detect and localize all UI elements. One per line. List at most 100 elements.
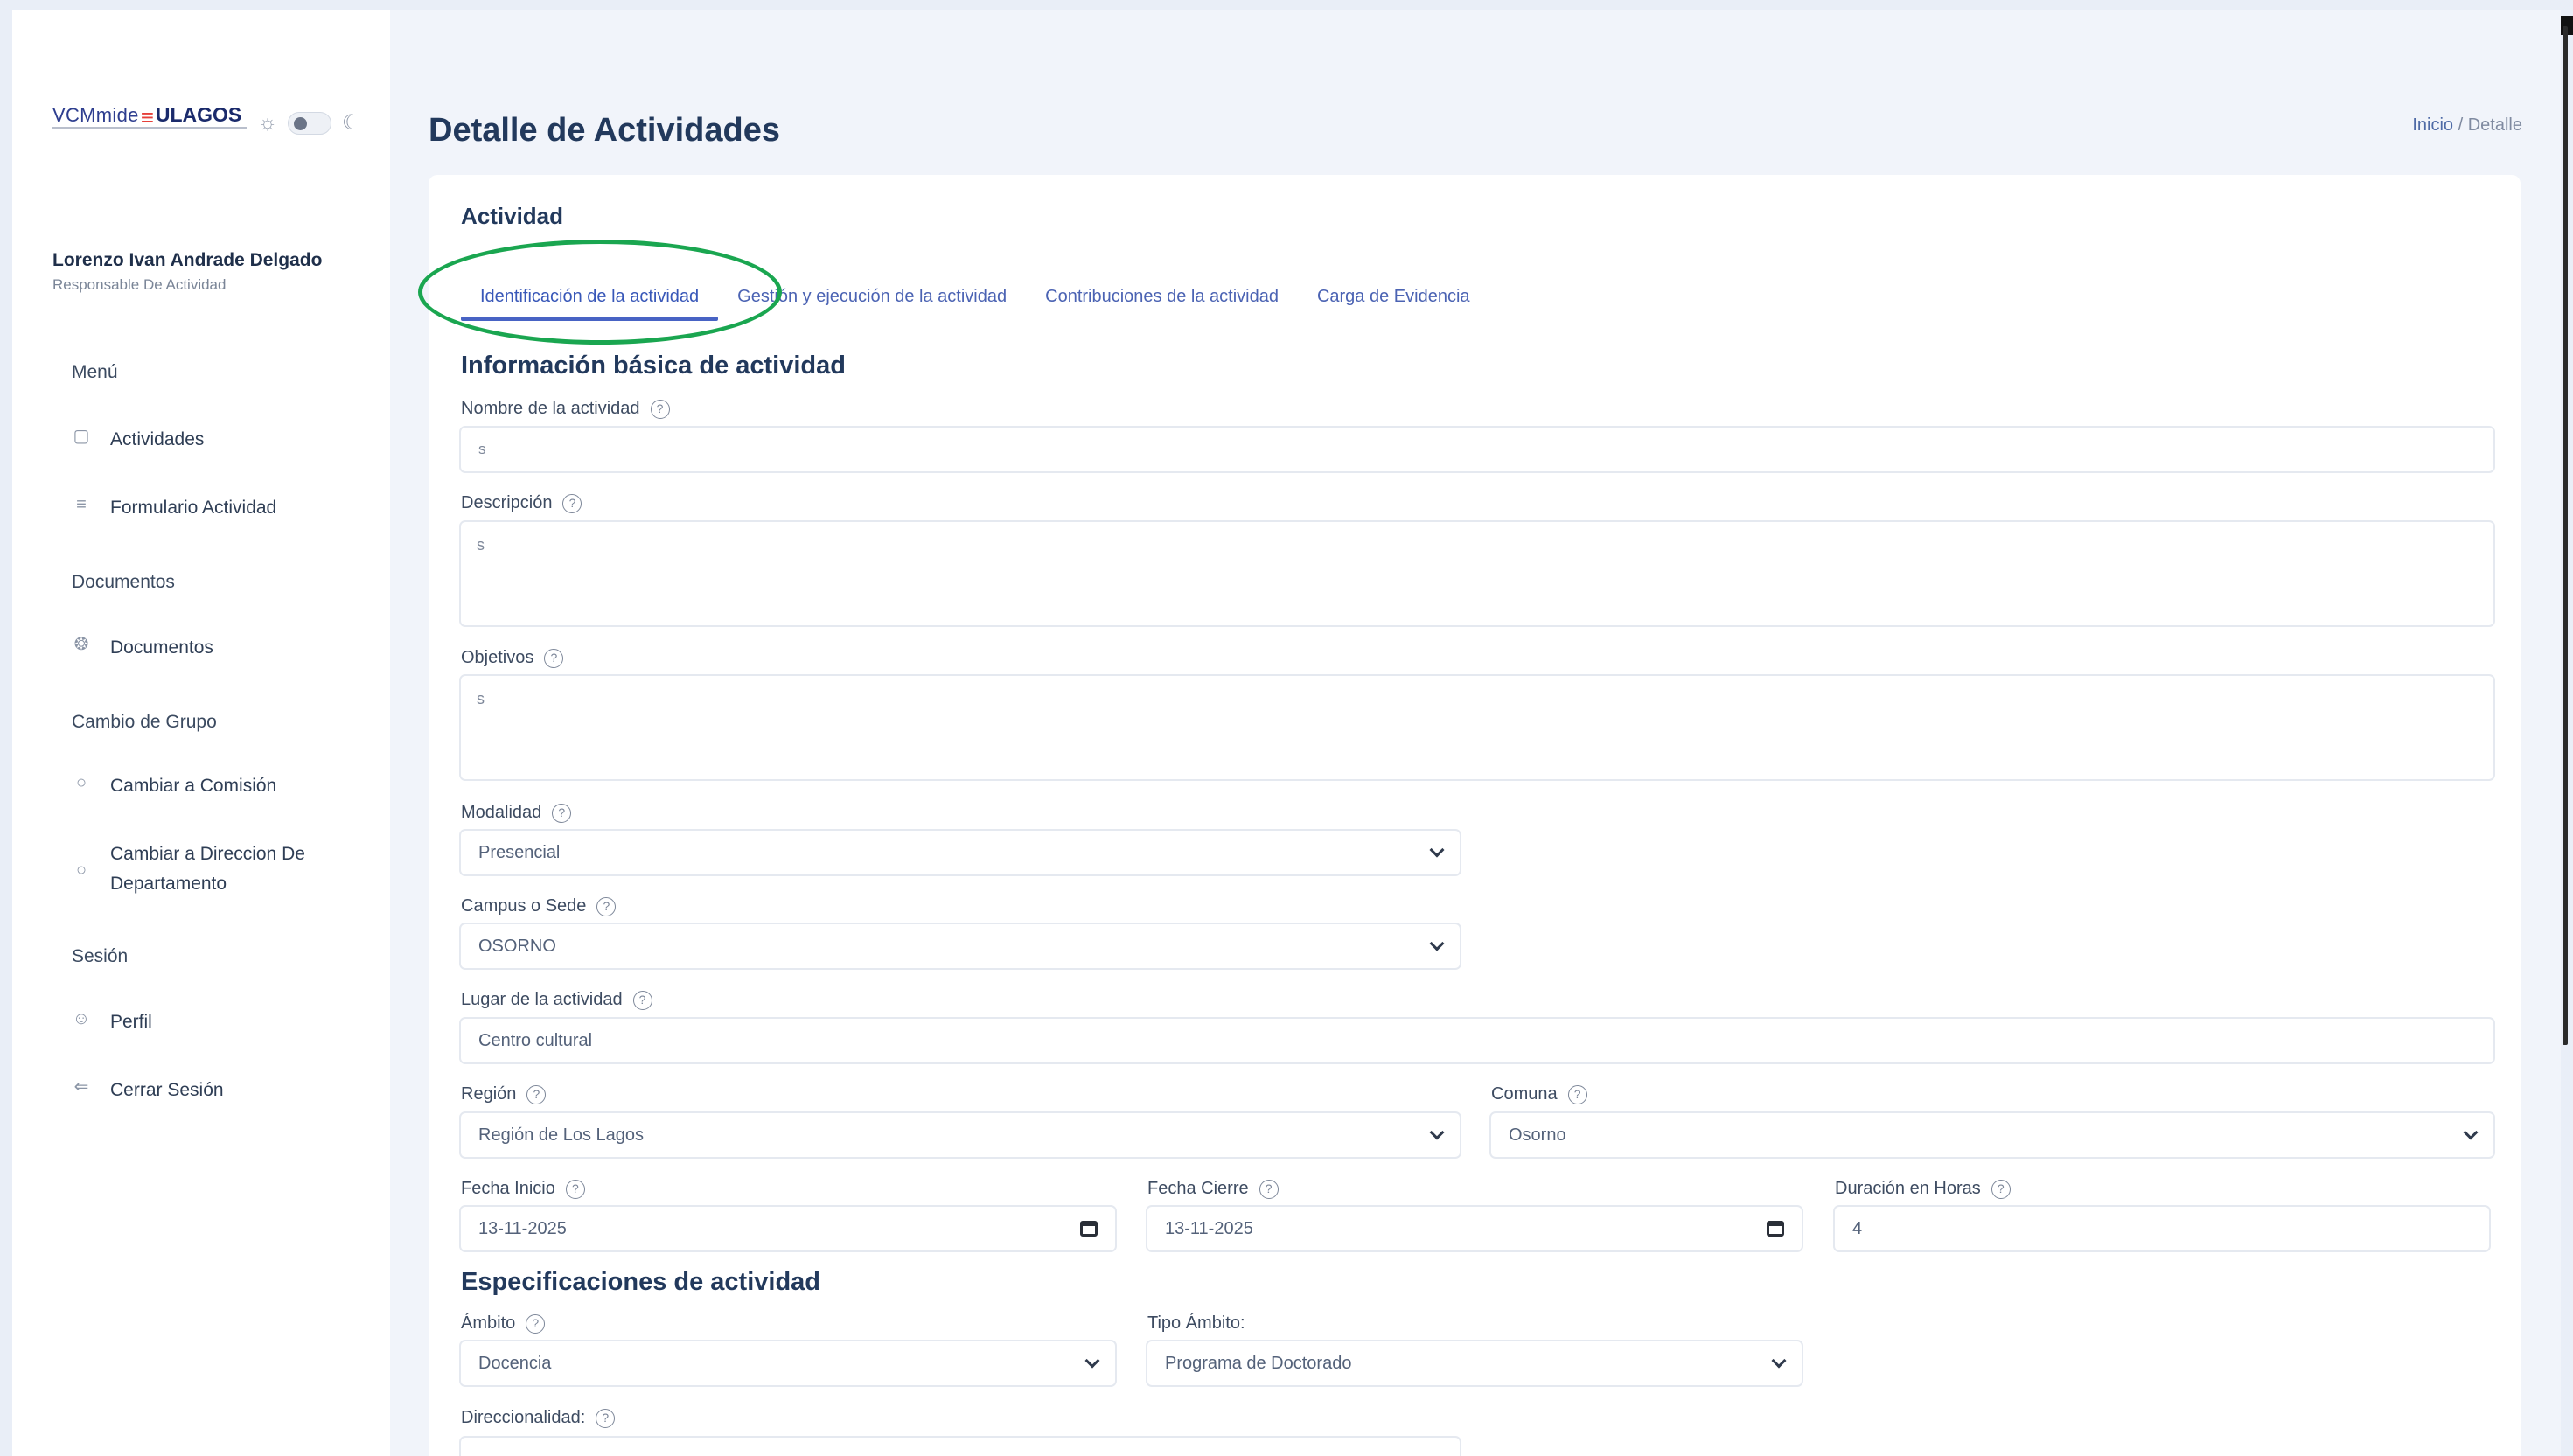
sidebar-item-perfil[interactable]: ☺ Perfil <box>72 1007 152 1037</box>
sidebar-item-cambiar-comision[interactable]: ○ Cambiar a Comisión <box>72 771 276 801</box>
logo-brand: ULAGOS <box>155 103 242 126</box>
list-icon: ≡ <box>76 495 87 514</box>
region-value: Región de Los Lagos <box>478 1125 645 1145</box>
tab-carga-evidencia[interactable]: Carga de Evidencia <box>1298 282 1489 324</box>
objetivos-textarea[interactable]: s <box>459 674 2495 781</box>
logo-mark: ≡ <box>140 104 154 130</box>
comuna-select[interactable]: Osorno <box>1489 1111 2495 1159</box>
lugar-label-text: Lugar de la actividad <box>461 990 623 1009</box>
campus-label: Campus o Sede ? <box>461 896 617 916</box>
duracion-field[interactable]: 4 <box>1833 1205 2491 1252</box>
sidebar <box>12 10 390 1456</box>
campus-select[interactable]: OSORNO <box>459 923 1461 970</box>
help-icon[interactable]: ? <box>565 1179 585 1199</box>
chevron-down-icon <box>2463 1125 2479 1140</box>
help-icon[interactable]: ? <box>552 803 572 823</box>
ambito-select[interactable]: Docencia <box>459 1340 1117 1387</box>
chevron-down-icon <box>1771 1353 1787 1369</box>
lugar-label: Lugar de la actividad ? <box>461 990 652 1010</box>
sidebar-item-documentos[interactable]: ❂ Documentos <box>72 633 213 663</box>
fecha-inicio-label: Fecha Inicio ? <box>461 1179 585 1199</box>
help-icon[interactable]: ? <box>526 1084 547 1104</box>
tipo-ambito-value: Programa de Doctorado <box>1165 1353 1352 1373</box>
circle-icon: ○ <box>75 773 87 792</box>
tipo-ambito-select[interactable]: Programa de Doctorado <box>1146 1340 1803 1387</box>
sidebar-section-sesion: Sesión <box>72 946 129 966</box>
calendar-icon[interactable] <box>1080 1221 1098 1237</box>
circle-icon: ○ <box>75 860 87 880</box>
logo-prefix: VCMmide <box>52 104 139 126</box>
objetivos-label-text: Objetivos <box>461 648 534 667</box>
chevron-down-icon <box>1429 842 1445 858</box>
help-icon[interactable]: ? <box>562 493 582 513</box>
sidebar-item-actividades[interactable]: ▢ Actividades <box>72 425 205 455</box>
help-icon[interactable]: ? <box>1567 1084 1587 1104</box>
logout-icon: ⇐ <box>73 1077 89 1097</box>
descripcion-label: Descripción ? <box>461 493 582 513</box>
nombre-label-text: Nombre de la actividad <box>461 399 640 418</box>
sidebar-item-label: Cambiar a Comisión <box>110 776 277 796</box>
sidebar-item-cambiar-direccion[interactable]: ○ Cambiar a Direccion De Departamento <box>72 839 305 899</box>
region-select[interactable]: Región de Los Lagos <box>459 1111 1461 1159</box>
direccionalidad-select[interactable] <box>459 1436 1461 1456</box>
theme-switch[interactable] <box>288 111 331 135</box>
direccionalidad-label: Direccionalidad: ? <box>461 1408 616 1428</box>
sidebar-item-label: Cerrar Sesión <box>110 1080 224 1100</box>
help-icon[interactable]: ? <box>632 990 652 1010</box>
fecha-inicio-input[interactable]: 13-11-2025 <box>459 1205 1117 1252</box>
duracion-label: Duración en Horas ? <box>1835 1179 2011 1199</box>
nombre-field[interactable]: s <box>459 426 2495 473</box>
sidebar-section-menu: Menú <box>72 362 118 382</box>
documents-icon: ❂ <box>73 635 89 654</box>
help-icon[interactable]: ? <box>544 648 564 668</box>
section-specs: Especificaciones de actividad <box>461 1268 821 1296</box>
sun-icon[interactable]: ☼ <box>258 111 277 136</box>
user-icon: ☺ <box>72 1009 91 1028</box>
theme-toggle[interactable]: ☼ ☾ <box>258 110 361 136</box>
fecha-cierre-value: 13-11-2025 <box>1165 1218 1253 1238</box>
section-basic-info: Información básica de actividad <box>461 352 846 380</box>
help-icon[interactable]: ? <box>1259 1179 1279 1199</box>
sidebar-item-label-line1: Cambiar a Direccion De <box>110 844 305 864</box>
page-title: Detalle de Actividades <box>429 112 780 149</box>
sidebar-item-formulario-actividad[interactable]: ≡ Formulario Actividad <box>72 493 276 523</box>
help-icon[interactable]: ? <box>526 1313 546 1334</box>
tab-gestion-ejecucion[interactable]: Gestión y ejecución de la actividad <box>718 282 1026 324</box>
fecha-cierre-label-text: Fecha Cierre <box>1147 1179 1249 1198</box>
direccionalidad-label-text: Direccionalidad: <box>461 1408 586 1427</box>
fecha-cierre-input[interactable]: 13-11-2025 <box>1146 1205 1803 1252</box>
window-scrollbar[interactable] <box>2563 26 2568 1045</box>
tab-contribuciones[interactable]: Contribuciones de la actividad <box>1026 282 1298 324</box>
user-role: Responsable De Actividad <box>52 276 227 293</box>
tab-bar: Identificación de la actividad Gestión y… <box>461 282 1489 324</box>
help-icon[interactable]: ? <box>1991 1179 2011 1199</box>
modalidad-select[interactable]: Presencial <box>459 829 1461 876</box>
sidebar-item-label: Actividades <box>110 429 205 449</box>
sidebar-item-label: Perfil <box>110 1012 152 1032</box>
region-label: Región ? <box>461 1084 547 1104</box>
tab-identificacion[interactable]: Identificación de la actividad <box>461 282 719 324</box>
breadcrumb-home[interactable]: Inicio <box>2412 115 2453 135</box>
ambito-label: Ámbito ? <box>461 1313 546 1334</box>
fecha-inicio-label-text: Fecha Inicio <box>461 1179 555 1198</box>
calendar-icon[interactable] <box>1767 1221 1784 1237</box>
nombre-label: Nombre de la actividad ? <box>461 399 670 419</box>
modalidad-label: Modalidad ? <box>461 803 572 823</box>
comuna-label: Comuna ? <box>1491 1084 1587 1104</box>
sidebar-section-documentos: Documentos <box>72 572 175 592</box>
chevron-down-icon <box>1084 1353 1100 1369</box>
region-label-text: Región <box>461 1084 517 1104</box>
descripcion-textarea[interactable]: s <box>459 520 2495 627</box>
app-logo[interactable]: VCMmide ≡ ULAGOS <box>52 103 242 130</box>
help-icon[interactable]: ? <box>596 1408 616 1428</box>
breadcrumb: Inicio / Detalle <box>2412 115 2522 136</box>
clipboard-icon: ▢ <box>73 427 90 446</box>
lugar-field[interactable]: Centro cultural <box>459 1017 2495 1064</box>
help-icon[interactable]: ? <box>596 896 617 916</box>
help-icon[interactable]: ? <box>650 399 670 419</box>
moon-icon[interactable]: ☾ <box>342 110 361 136</box>
sidebar-item-cerrar-sesion[interactable]: ⇐ Cerrar Sesión <box>72 1076 224 1105</box>
sidebar-item-label: Cambiar a Direccion De Departamento <box>110 839 305 899</box>
user-name: Lorenzo Ivan Andrade Delgado <box>52 250 323 270</box>
comuna-label-text: Comuna <box>1491 1084 1558 1104</box>
